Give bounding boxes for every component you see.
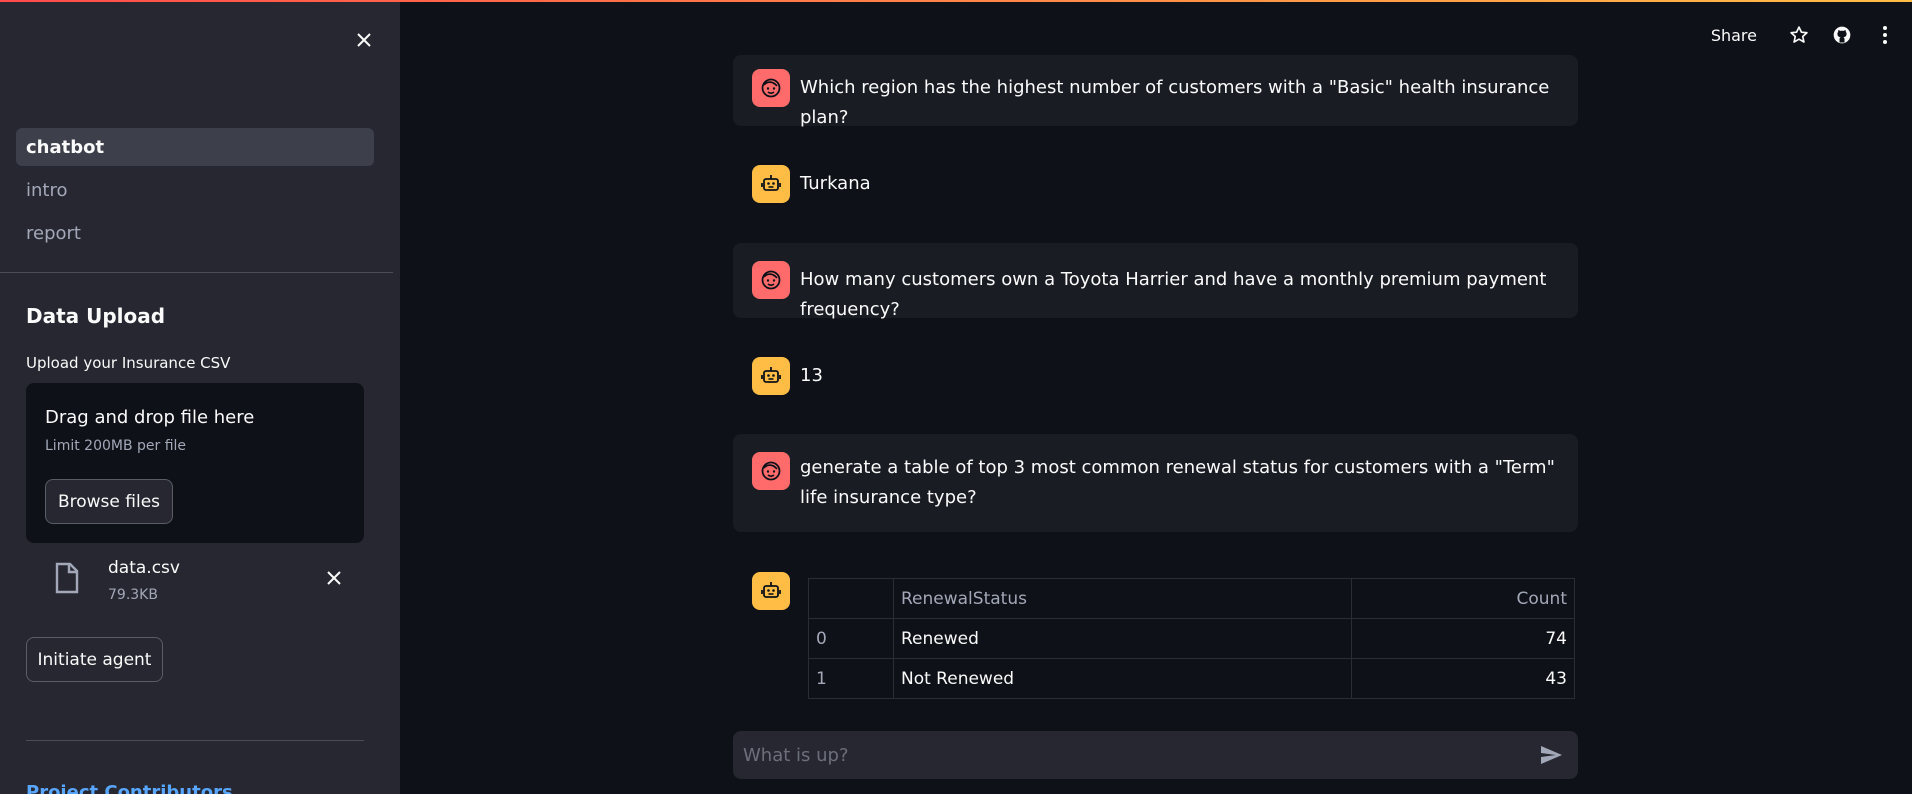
file-name: data.csv (108, 558, 180, 578)
file-icon (55, 562, 79, 594)
divider (26, 740, 364, 741)
github-button[interactable] (1826, 19, 1858, 51)
assistant-message: Turkana (733, 150, 1578, 220)
user-avatar (752, 452, 790, 490)
renewal-status-table: RenewalStatus Count 0 Renewed 74 1 Not R… (808, 578, 1575, 699)
bot-avatar (752, 572, 790, 610)
row-index: 0 (808, 618, 894, 659)
smiley-face-icon (761, 78, 781, 98)
bot-avatar (752, 165, 790, 203)
nav-item-intro[interactable]: intro (16, 171, 374, 209)
user-message: generate a table of top 3 most common re… (733, 434, 1578, 532)
contributors-link[interactable]: Project Contributors (26, 782, 233, 794)
table-row: 0 Renewed 74 (808, 618, 1575, 659)
message-text: generate a table of top 3 most common re… (800, 457, 1555, 508)
row-index: 1 (808, 658, 894, 699)
github-icon (1833, 26, 1851, 44)
sidebar: chatbot intro report Data Upload Upload … (0, 2, 400, 794)
assistant-message: 13 (733, 342, 1578, 412)
upload-label: Upload your Insurance CSV (26, 354, 231, 372)
user-avatar (752, 69, 790, 107)
message-text: 13 (800, 365, 823, 386)
file-dropzone[interactable]: Drag and drop file here Limit 200MB per … (26, 383, 364, 543)
table-cell: 74 (1351, 618, 1575, 659)
table-cell: 43 (1351, 658, 1575, 699)
robot-icon (761, 175, 781, 191)
table-cell: Renewed (893, 618, 1352, 659)
chat-input[interactable] (743, 731, 1523, 779)
nav-item-report[interactable]: report (16, 214, 374, 252)
dropzone-limit: Limit 200MB per file (45, 438, 187, 454)
close-icon (327, 571, 341, 585)
user-message: Which region has the highest number of c… (733, 55, 1578, 128)
dropzone-instructions: Drag and drop file here (45, 407, 255, 428)
smiley-face-icon (761, 270, 781, 290)
robot-icon (761, 367, 781, 383)
divider (0, 272, 393, 273)
browse-files-button[interactable]: Browse files (45, 479, 173, 524)
star-icon (1790, 26, 1808, 43)
table-cell: Not Renewed (893, 658, 1352, 699)
column-header[interactable]: RenewalStatus (893, 578, 1352, 619)
send-icon[interactable] (1539, 743, 1563, 767)
index-header (808, 578, 894, 619)
header-actions: Share (1711, 18, 1912, 52)
smiley-face-icon (761, 461, 781, 481)
file-size: 79.3KB (108, 587, 158, 603)
user-message: How many customers own a Toyota Harrier … (733, 243, 1578, 320)
remove-file-button[interactable] (322, 566, 346, 590)
message-text: How many customers own a Toyota Harrier … (800, 269, 1547, 320)
sidebar-title: Data Upload (26, 304, 166, 328)
table-row: 1 Not Renewed 43 (808, 658, 1575, 699)
robot-icon (761, 582, 781, 598)
close-sidebar-button[interactable] (350, 26, 378, 54)
more-icon (1883, 26, 1887, 44)
table-header-row: RenewalStatus Count (808, 578, 1575, 619)
main-menu-button[interactable] (1869, 19, 1901, 51)
column-header[interactable]: Count (1351, 578, 1575, 619)
bot-avatar (752, 357, 790, 395)
initiate-agent-button[interactable]: Initiate agent (26, 637, 163, 682)
nav-item-chatbot[interactable]: chatbot (16, 128, 374, 166)
sidebar-nav: chatbot intro report (16, 128, 374, 257)
uploaded-file: data.csv 79.3KB (46, 554, 356, 612)
chat-input-box (733, 731, 1578, 779)
message-text: Which region has the highest number of c… (800, 77, 1550, 128)
message-text: Turkana (800, 173, 871, 194)
close-icon (357, 33, 371, 47)
share-button[interactable]: Share (1711, 26, 1757, 45)
star-button[interactable] (1783, 19, 1815, 51)
user-avatar (752, 261, 790, 299)
